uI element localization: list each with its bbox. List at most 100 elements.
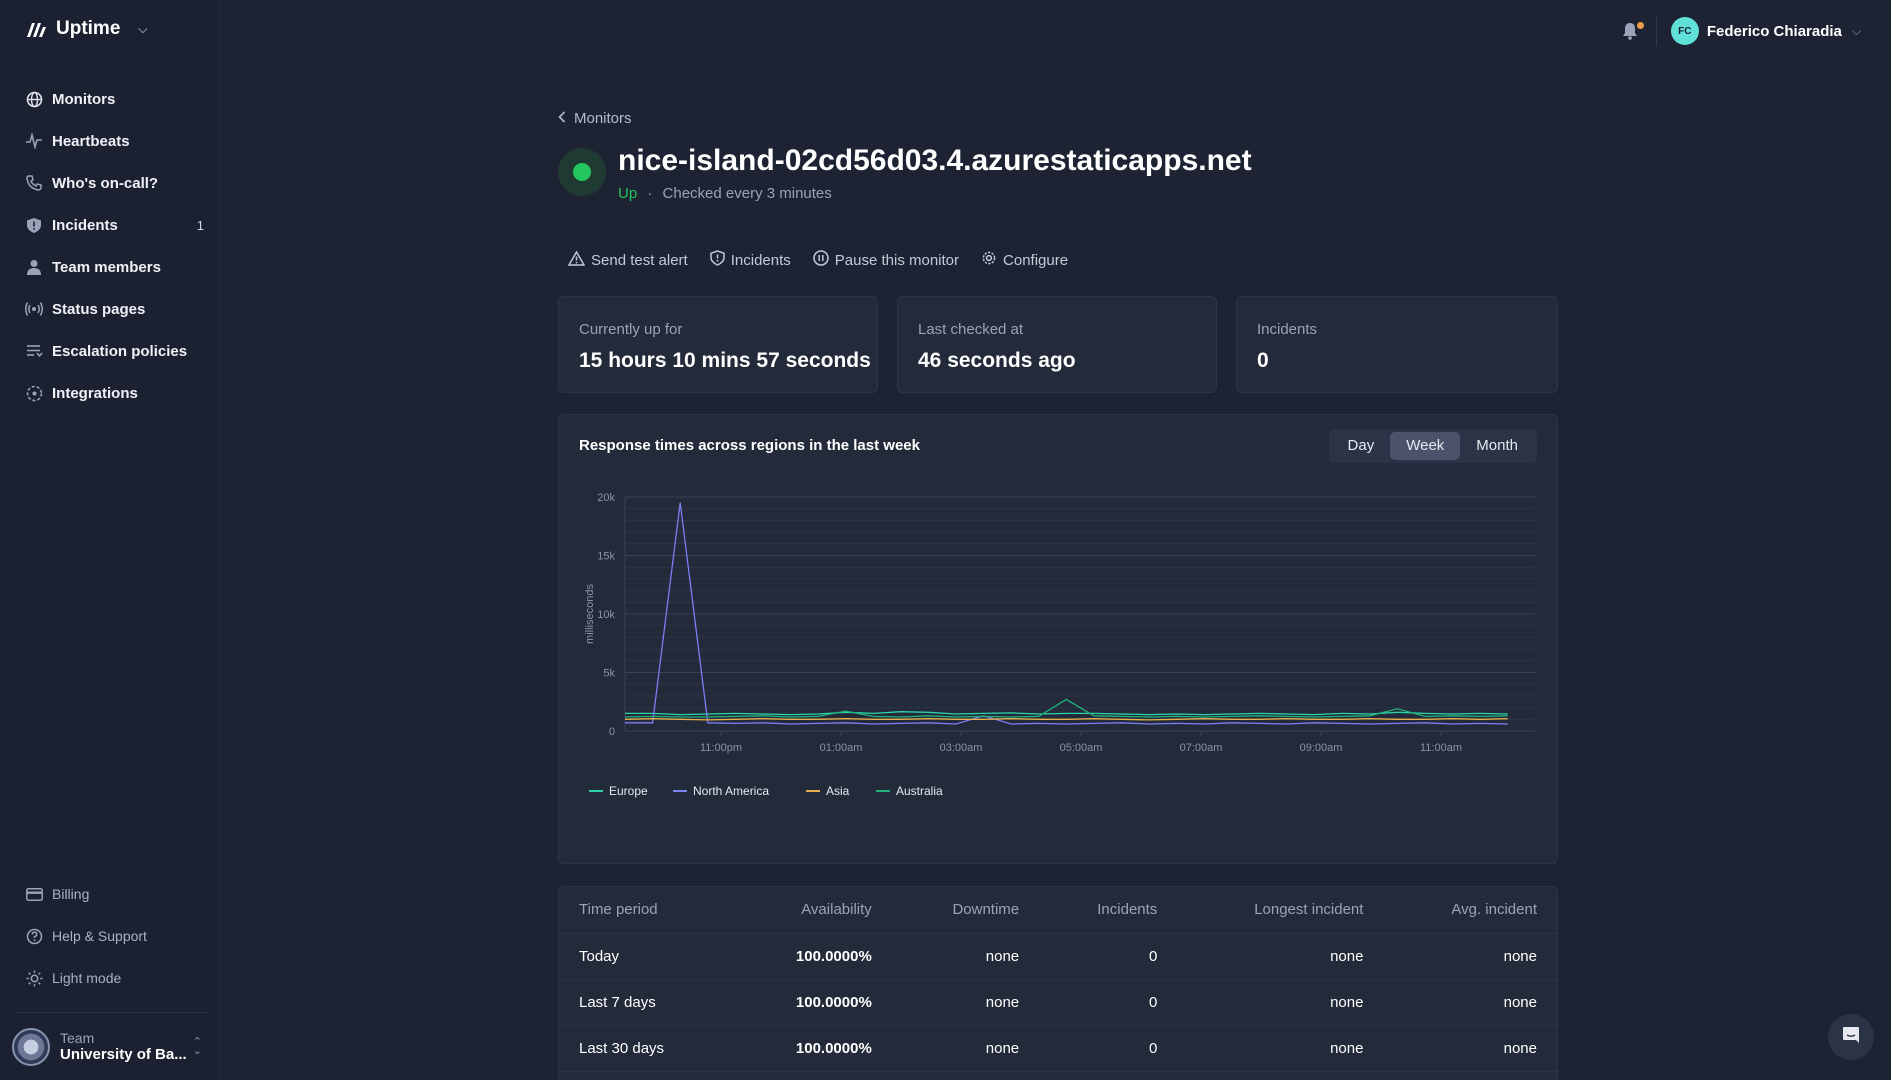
phone-icon: [24, 173, 44, 193]
sidebar-item-team-members[interactable]: Team members: [24, 246, 204, 288]
sidebar-item-on-call[interactable]: Who's on-call?: [24, 162, 204, 204]
stat-value: 46 seconds ago: [918, 349, 1076, 372]
secondary-nav: Billing Help & Support Light mode: [24, 873, 204, 999]
back-link-label: Monitors: [574, 110, 632, 127]
sidebar-item-billing[interactable]: Billing: [24, 873, 204, 915]
avatar[interactable]: FC: [1670, 17, 1699, 45]
user-icon: [24, 257, 44, 277]
sidebar-item-label: Billing: [52, 886, 90, 902]
subtitle-separator: ·: [647, 185, 653, 202]
sidebar-item-light-mode[interactable]: Light mode: [24, 957, 204, 999]
primary-nav: Monitors Heartbeats Who's on-call? Incid…: [24, 78, 204, 414]
response-time-chart-card: Response times across regions in the las…: [558, 414, 1558, 864]
team-name: University of Ba...: [60, 1046, 187, 1063]
y-tick-label: 5k: [603, 668, 615, 680]
availability-table-card: Time period Availability Downtime Incidents…: [558, 886, 1558, 1080]
notification-dot: [1636, 22, 1644, 29]
broadcast-icon: [24, 299, 44, 319]
range-day-button[interactable]: Day: [1332, 432, 1391, 460]
x-tick-label: 11:00am: [1420, 742, 1462, 754]
stat-label: Last checked at: [918, 321, 1024, 338]
table-cell: 100.0000%: [731, 979, 892, 1026]
stat-value: 0: [1257, 349, 1269, 372]
action-label: Configure: [1003, 251, 1069, 269]
table-cell: 100.0000%: [731, 1025, 892, 1072]
chevron-left-icon: [558, 110, 566, 127]
pause-monitor-button[interactable]: Pause this monitor: [813, 250, 959, 270]
legend-item: Asia: [826, 784, 850, 798]
pulse-icon: [24, 131, 44, 151]
status-indicator: [558, 148, 606, 196]
chat-icon: [1841, 1025, 1861, 1050]
table-row: Today 100.0000% none 0 none none: [559, 933, 1557, 980]
sidebar-item-label: Monitors: [52, 90, 116, 108]
column-header: Downtime: [891, 887, 1040, 934]
pause-icon: [813, 250, 829, 270]
column-header: Incidents: [1039, 887, 1178, 934]
y-tick-label: 15k: [597, 551, 615, 563]
sidebar-item-heartbeats[interactable]: Heartbeats: [24, 120, 204, 162]
card-icon: [24, 884, 44, 904]
sidebar-item-monitors[interactable]: Monitors: [24, 78, 204, 120]
chevron-down-icon: ⌵: [138, 21, 148, 36]
chevron-up-down-icon: ⌃ ⌄: [192, 1035, 202, 1057]
x-tick-label: 05:00am: [1060, 742, 1103, 754]
table-cell: Last 7 days: [559, 979, 732, 1026]
x-tick-label: 03:00am: [940, 742, 983, 754]
sidebar-item-escalation-policies[interactable]: Escalation policies: [24, 330, 204, 372]
chat-launcher-button[interactable]: [1828, 1014, 1874, 1060]
bell-icon[interactable]: [1618, 19, 1644, 43]
sidebar-item-label: Incidents: [52, 216, 118, 234]
y-tick-label: 10k: [597, 609, 615, 621]
team-switcher[interactable]: Team University of Ba... ⌃ ⌄: [12, 1012, 208, 1080]
chevron-down-icon[interactable]: ⌵: [1852, 24, 1861, 39]
monitor-subtitle: Up · Checked every 3 minutes: [618, 185, 832, 202]
table-cell: 0: [1039, 979, 1178, 1026]
send-test-alert-button[interactable]: Send test alert: [567, 249, 688, 270]
table-cell: none: [1383, 1025, 1557, 1072]
incidents-button[interactable]: Incidents: [709, 250, 791, 270]
range-week-button[interactable]: Week: [1390, 432, 1461, 460]
stat-card-incidents: Incidents 0: [1236, 296, 1558, 393]
team-avatar: [12, 1027, 50, 1066]
user-name[interactable]: Federico Chiaradia: [1707, 23, 1842, 40]
sidebar-item-help[interactable]: Help & Support: [24, 915, 204, 957]
sidebar-item-incidents[interactable]: Incidents 1: [24, 204, 204, 246]
availability-table: Time period Availability Downtime Incidents…: [559, 887, 1557, 1072]
legend-item: Europe: [609, 784, 648, 798]
x-tick-label: 07:00am: [1180, 742, 1223, 754]
response-time-chart: 0 5k 10k 15k 20k 11:00pm 01:00am 03:00am 05:00am…: [584, 492, 1535, 798]
table-cell: 0: [1039, 933, 1178, 980]
team-info: Team University of Ba...: [60, 1030, 187, 1063]
sidebar-item-label: Team members: [52, 258, 161, 276]
legend-item: North America: [693, 784, 769, 798]
table-cell: Today: [559, 933, 732, 980]
sidebar-item-status-pages[interactable]: Status pages: [24, 288, 204, 330]
y-tick-label: 20k: [597, 492, 615, 504]
table-cell: none: [1383, 979, 1557, 1026]
action-label: Incidents: [730, 251, 791, 269]
stat-label: Currently up for: [579, 321, 683, 338]
globe-icon: [24, 89, 44, 109]
column-header: Availability: [731, 887, 892, 934]
status-text: Up: [618, 185, 638, 202]
table-cell: none: [1177, 1025, 1384, 1072]
back-link[interactable]: Monitors: [558, 110, 632, 127]
incidents-count-badge: 1: [196, 217, 204, 233]
sun-icon: [24, 968, 44, 988]
stat-card-uptime: Currently up for 15 hours 10 mins 57 sec…: [558, 296, 878, 393]
table-cell: Last 30 days: [559, 1025, 732, 1072]
page-title: nice-island-02cd56d03.4.azurestaticapps.…: [618, 144, 1252, 177]
sidebar-item-integrations[interactable]: Integrations: [24, 372, 204, 414]
configure-button[interactable]: Configure: [981, 250, 1068, 270]
sidebar-item-label: Light mode: [52, 970, 122, 986]
table-cell: none: [1177, 979, 1384, 1026]
shield-icon: [24, 215, 44, 235]
range-month-button[interactable]: Month: [1460, 432, 1534, 460]
stat-card-last-checked: Last checked at 46 seconds ago: [897, 296, 1217, 393]
action-label: Send test alert: [591, 251, 688, 269]
table-cell: none: [891, 1025, 1040, 1072]
brand-switcher[interactable]: Uptime ⌵: [26, 18, 148, 40]
sidebar: Uptime ⌵ Monitors Heartbeats Who's on-ca…: [0, 0, 220, 1080]
divider: [1655, 16, 1657, 46]
